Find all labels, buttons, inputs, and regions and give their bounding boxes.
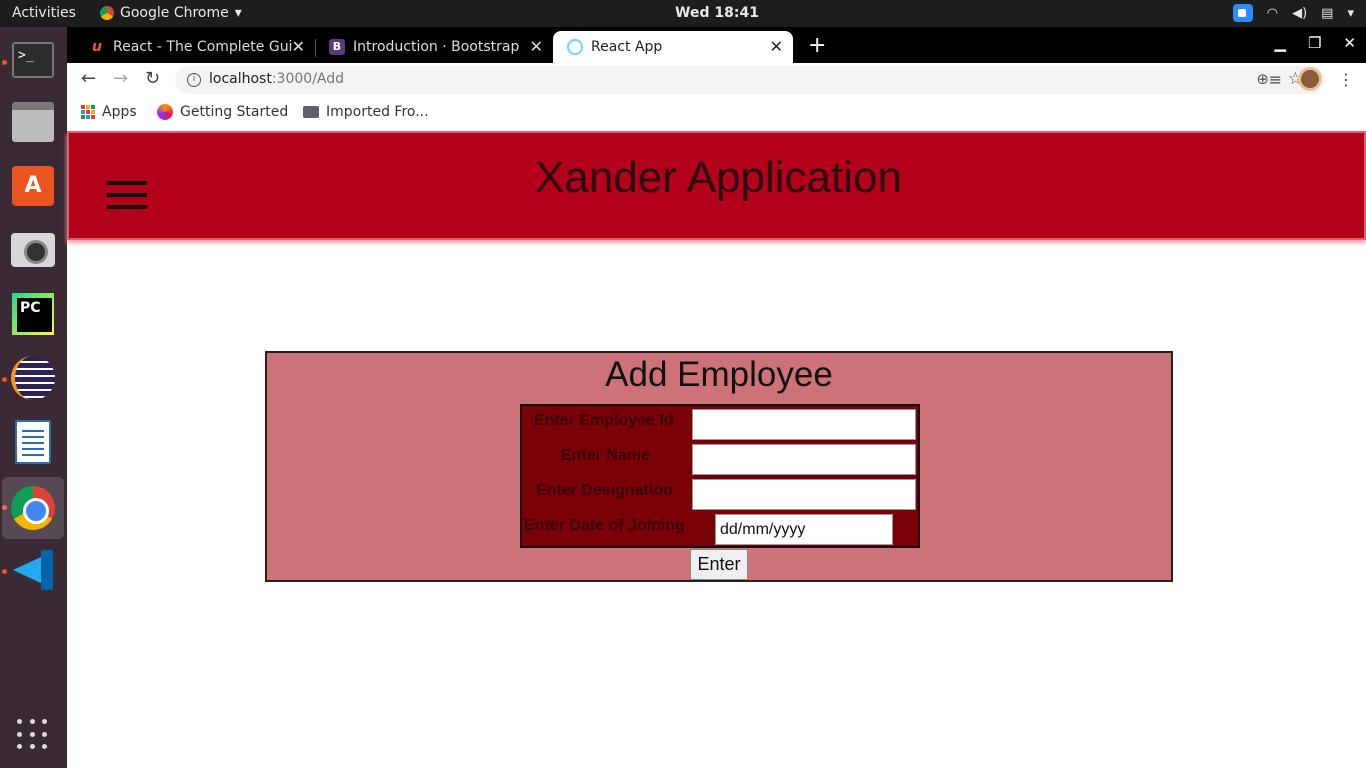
dock-pycharm[interactable] xyxy=(8,289,58,339)
minimize-icon[interactable]: ▁ xyxy=(1274,34,1286,52)
writer-icon xyxy=(15,420,51,464)
site-info-icon[interactable]: i xyxy=(187,73,201,87)
bootstrap-icon: B xyxy=(329,39,345,55)
tab-strip: u React - The Complete Guide ✕ B Introdu… xyxy=(67,27,1366,63)
dock-eclipse[interactable] xyxy=(8,353,58,403)
running-indicator xyxy=(2,377,7,382)
back-arrow-icon[interactable]: ← xyxy=(81,68,96,89)
software-store-icon: A xyxy=(12,166,54,206)
chrome-icon xyxy=(11,486,55,530)
running-indicator xyxy=(2,60,7,65)
close-window-icon[interactable]: ✕ xyxy=(1343,34,1356,52)
dock-writer[interactable] xyxy=(8,417,58,467)
bookmark-getting-started[interactable]: Getting Started xyxy=(157,104,288,120)
zoom-icon[interactable] xyxy=(1232,4,1253,22)
tab-title: Introduction · Bootstrap v xyxy=(353,39,521,55)
pycharm-icon xyxy=(12,293,54,335)
bookmark-label: Imported Fro... xyxy=(326,104,429,120)
maximize-icon[interactable]: ❐ xyxy=(1308,34,1321,52)
form-title: Add Employee xyxy=(605,355,833,394)
more-menu-icon[interactable]: ⋮ xyxy=(1338,70,1354,89)
date-of-joining-label: Enter Date of Joining xyxy=(524,517,685,534)
bookmark-label: Getting Started xyxy=(180,104,289,120)
camera-icon xyxy=(11,233,55,267)
forward-arrow-icon[interactable]: → xyxy=(113,68,128,89)
new-tab-button[interactable]: + xyxy=(808,33,826,58)
bookmark-imported[interactable]: Imported Fro... xyxy=(303,104,429,120)
add-employee-form: Add Employee Enter Employee Id Enter Nam… xyxy=(265,351,1173,582)
dock-files[interactable] xyxy=(8,97,58,147)
volume-icon: ◀) xyxy=(1292,5,1308,21)
show-applications-icon[interactable] xyxy=(17,719,49,751)
name-input[interactable] xyxy=(692,444,916,475)
system-tray[interactable]: ◠ ◀) ▤ ▾ xyxy=(1232,4,1354,22)
tab-react-app[interactable]: React App ✕ xyxy=(553,31,793,63)
profile-avatar[interactable] xyxy=(1298,67,1322,91)
employee-id-label: Enter Employee Id xyxy=(534,412,674,429)
tab-bootstrap[interactable]: B Introduction · Bootstrap v ✕ xyxy=(315,31,553,63)
dock-camera[interactable] xyxy=(8,225,58,275)
wifi-icon: ◠ xyxy=(1266,5,1279,21)
tab-react-guide[interactable]: u React - The Complete Guide ✕ xyxy=(75,31,315,63)
toolbar-right: ≡ ⋮ xyxy=(1269,67,1354,91)
url-host: localhost xyxy=(209,71,272,87)
close-icon[interactable]: ✕ xyxy=(292,37,305,56)
clipboard-icon: ▤ xyxy=(1321,5,1334,21)
name-label: Enter Name xyxy=(561,447,650,464)
terminal-icon: >_ xyxy=(12,42,54,78)
employee-id-input[interactable] xyxy=(692,409,916,440)
dock-chrome[interactable] xyxy=(2,477,64,539)
dock-terminal[interactable]: >_ xyxy=(8,35,58,85)
bookmarks-bar: Apps Getting Started Imported Fro... xyxy=(67,96,1366,128)
files-icon xyxy=(12,102,54,142)
bookmark-apps[interactable]: Apps xyxy=(81,104,137,120)
enter-button[interactable]: Enter xyxy=(690,549,748,580)
close-icon[interactable]: ✕ xyxy=(770,37,783,56)
date-of-joining-input[interactable]: dd/mm/yyyy xyxy=(715,514,893,545)
window-controls: ▁ ❐ ✕ xyxy=(1274,34,1356,52)
designation-input[interactable] xyxy=(692,479,916,510)
url-path: :3000/Add xyxy=(271,71,345,87)
react-icon xyxy=(567,39,583,55)
dock: >_ A xyxy=(0,27,67,768)
media-control-icon[interactable]: ≡ xyxy=(1269,70,1282,89)
udemy-icon: u xyxy=(92,39,102,55)
dock-vscode[interactable] xyxy=(8,545,58,595)
bookmark-label: Apps xyxy=(102,104,137,120)
app-title: Xander Application xyxy=(535,153,902,202)
vscode-icon xyxy=(13,550,53,590)
running-indicator xyxy=(2,569,7,574)
tab-title: React App xyxy=(591,39,663,55)
close-icon[interactable]: ✕ xyxy=(530,37,543,56)
reload-icon[interactable]: ↻ xyxy=(145,68,160,89)
page-content: Xander Application Add Employee Enter Em… xyxy=(67,128,1366,768)
folder-icon xyxy=(303,106,319,118)
app-header: Xander Application xyxy=(67,131,1366,240)
zoom-magnifier-icon[interactable]: ⊕ xyxy=(1256,70,1269,88)
eclipse-icon xyxy=(11,356,55,400)
designation-label: Enter Designation xyxy=(536,482,673,499)
address-bar[interactable]: i localhost:3000/Add ⊕ ☆ xyxy=(175,66,1325,94)
system-top-bar: Activities Google Chrome ▾ Wed 18:41 ◠ ◀… xyxy=(0,0,1366,27)
browser-toolbar: ← → ↻ i localhost:3000/Add ⊕ ☆ ≡ ⋮ xyxy=(67,63,1366,96)
apps-grid-icon xyxy=(81,105,95,119)
tab-title: React - The Complete Guide xyxy=(113,39,293,55)
dock-software[interactable]: A xyxy=(8,161,58,211)
clock[interactable]: Wed 18:41 xyxy=(0,5,1366,21)
firefox-icon xyxy=(157,104,173,120)
chevron-down-icon: ▾ xyxy=(1347,5,1354,21)
form-table: Enter Employee Id Enter Name Enter Desig… xyxy=(520,404,920,548)
